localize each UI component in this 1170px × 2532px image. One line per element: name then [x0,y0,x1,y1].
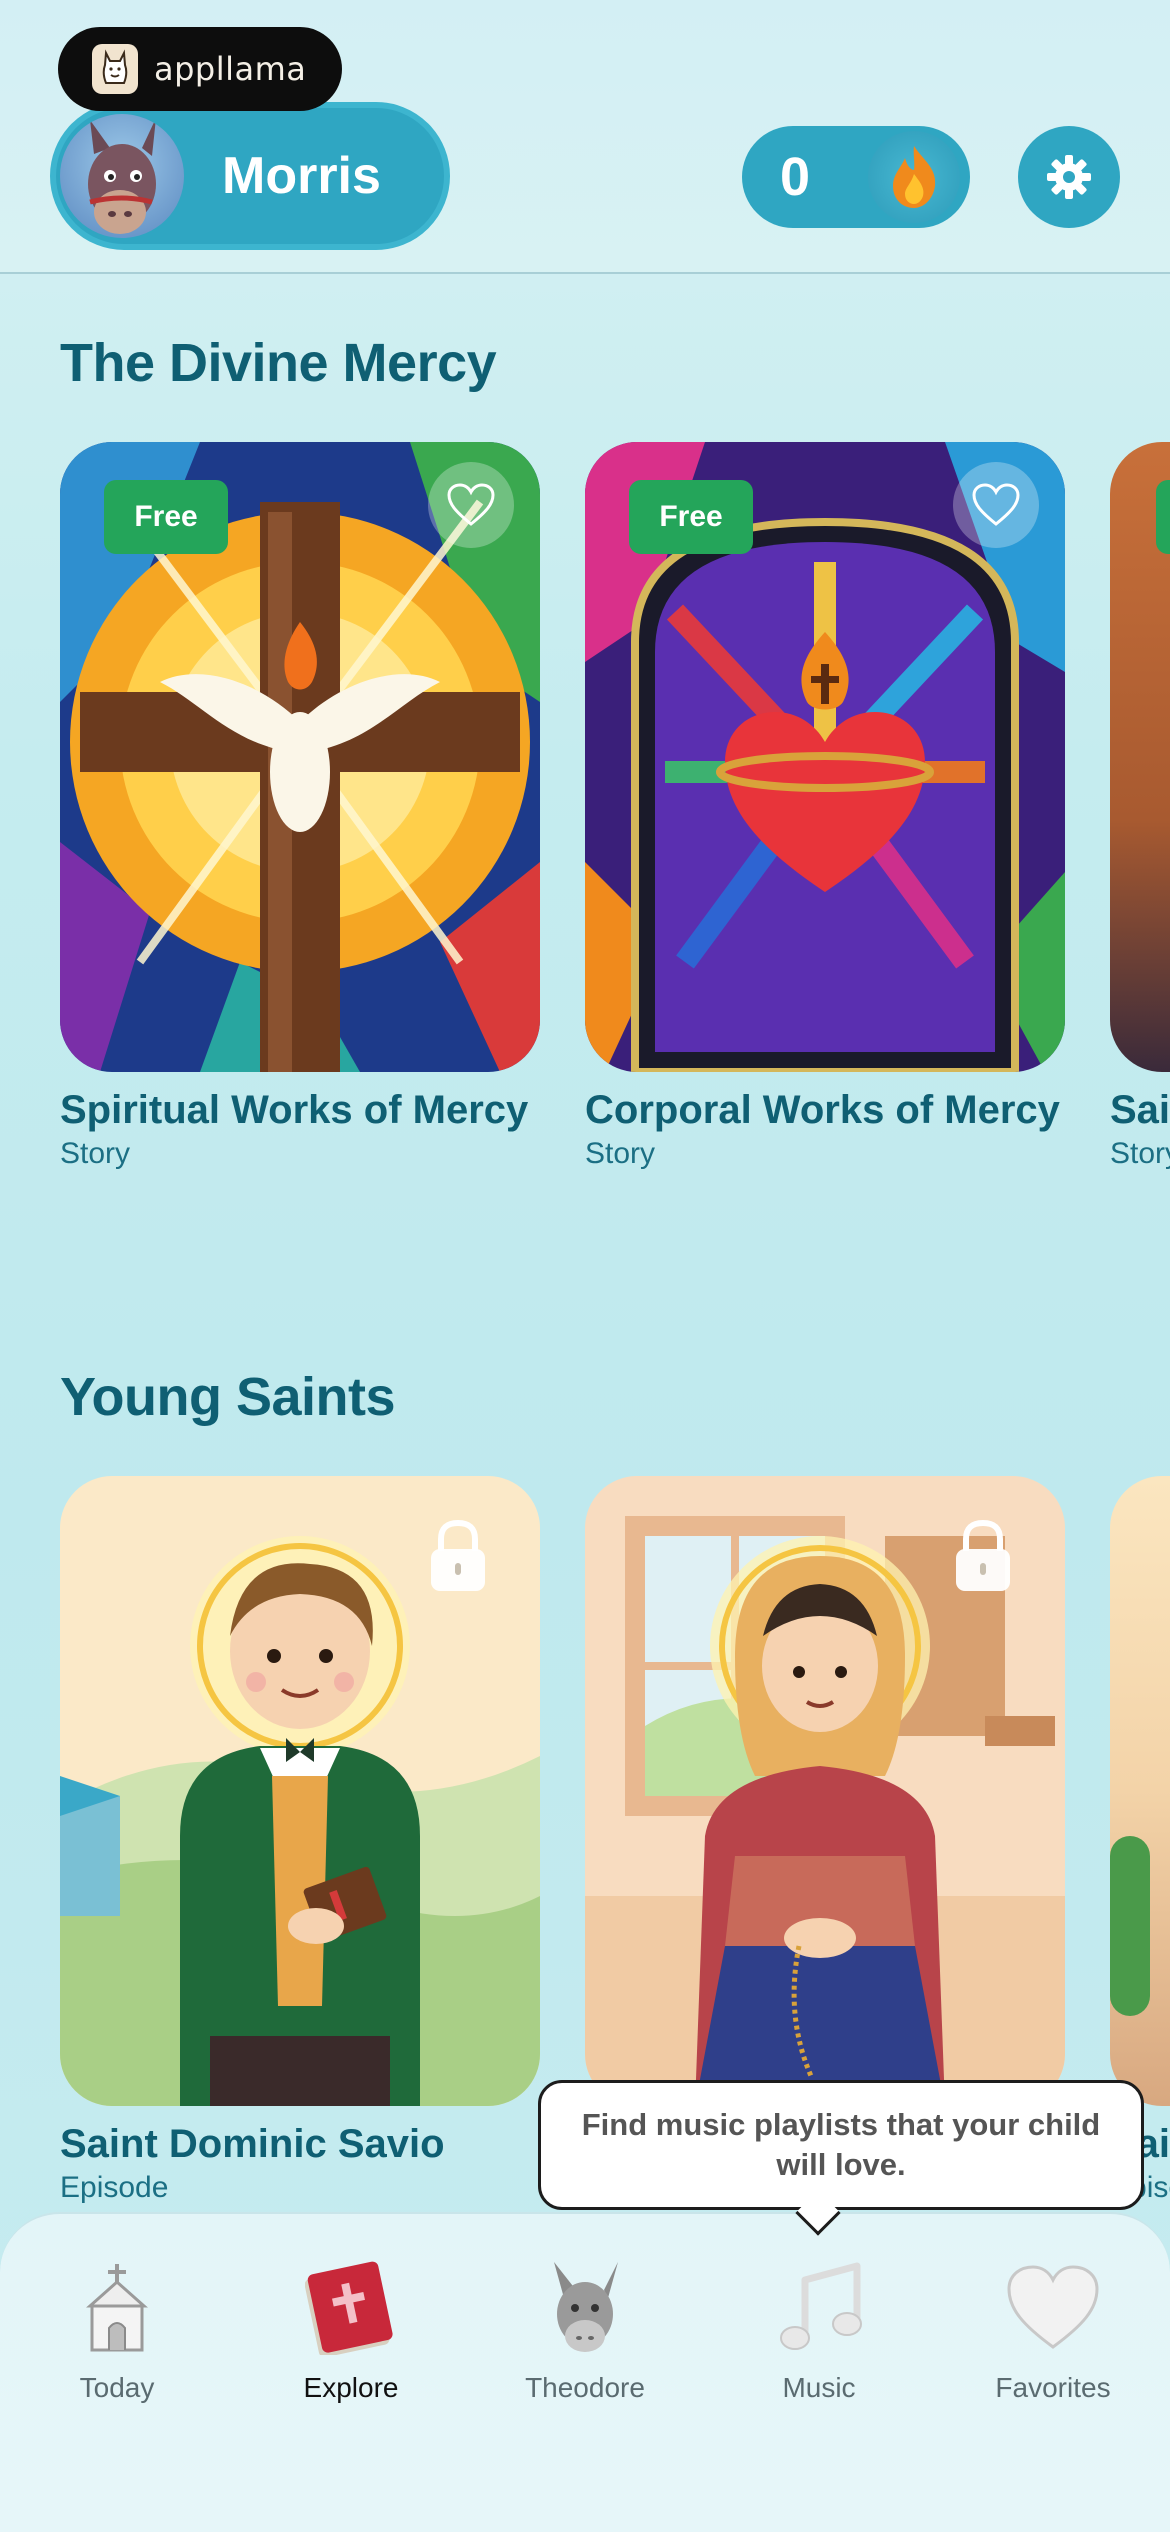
tab-theodore[interactable]: Theodore [468,2258,702,2428]
heart-icon [998,2258,1108,2358]
gear-icon [1047,155,1091,199]
card-spiritual-works[interactable]: Free Spiritual Works of Mercy Story [60,442,540,1171]
flame-icon [868,131,960,223]
card-image [1110,1476,1170,2106]
bottom-tab-bar: Today Explore Theodore Music Favorites [0,2212,1170,2532]
music-note-icon [764,2258,874,2358]
card-type: Story [1110,1137,1170,1170]
top-header: appllama Morris 0 [0,0,1170,274]
card-title: Corporal Works of Mercy [585,1088,1060,1132]
heart-outline-icon[interactable] [428,462,514,548]
card-young-saint-2[interactable] [585,1476,1065,2122]
card-saint-dominic-savio[interactable]: Saint Dominic Savio Episode [60,1476,540,2205]
brand-badge: appllama [58,27,342,111]
card-partial[interactable]: Sai Story [1110,442,1170,1171]
lock-icon [426,1516,490,1596]
tab-label: Explore [303,2372,399,2403]
tab-label: Favorites [995,2372,1111,2403]
book-icon [296,2258,406,2358]
music-tooltip: Find music playlists that your child wil… [538,2080,1144,2210]
tab-music[interactable]: Music [702,2258,936,2428]
tab-label: Music [782,2372,856,2403]
card-type: Story [585,1137,656,1170]
card-carousel-divine-mercy[interactable]: Free Spiritual Works of Mercy Story Free… [0,442,1170,1202]
settings-button[interactable] [1018,126,1120,228]
donkey-avatar [60,114,184,238]
tab-today[interactable]: Today [0,2258,234,2428]
card-image [60,1476,540,2106]
card-type: Episode [60,2171,169,2204]
card-image: Free [60,442,540,1072]
card-image [1110,442,1170,1072]
tab-explore[interactable]: Explore [234,2258,468,2428]
card-title: Sai [1110,1088,1170,1132]
brand-name: appllama [154,50,307,88]
section-title-divine-mercy: The Divine Mercy [60,333,497,393]
streak-count: 0 [780,147,811,207]
lock-icon [951,1516,1015,1596]
llama-logo-icon [92,44,138,94]
card-title: Saint Dominic Savio [60,2122,445,2166]
card-image: Free [585,442,1065,1072]
tab-label: Theodore [525,2372,645,2403]
free-badge: Free [104,480,228,554]
card-type: Story [60,1137,131,1170]
donkey-icon [530,2258,640,2358]
card-corporal-works[interactable]: Free Corporal Works of Mercy Story [585,442,1065,1171]
free-badge: Free [629,480,753,554]
card-image [585,1476,1065,2106]
tab-label: Today [79,2372,155,2403]
streak-counter[interactable]: 0 [742,126,970,228]
card-title: Spiritual Works of Mercy [60,1088,529,1132]
heart-outline-icon[interactable] [953,462,1039,548]
profile-button[interactable]: Morris [50,102,450,250]
profile-name: Morris [222,147,381,205]
church-icon [62,2258,172,2358]
section-title-young-saints: Young Saints [60,1367,396,1427]
tab-favorites[interactable]: Favorites [936,2258,1170,2428]
